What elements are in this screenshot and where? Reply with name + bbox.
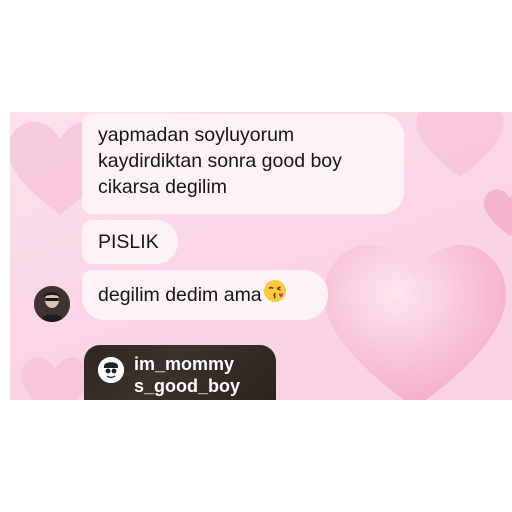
message-text: PISLIK (98, 231, 159, 253)
shared-profile-card[interactable]: im_mommy s_good_boy (84, 345, 276, 400)
face-blowing-kiss-emoji (263, 279, 287, 310)
message-bubble[interactable]: PISLIK (82, 220, 178, 264)
avatar-photo (34, 286, 70, 322)
chat-view: yapmadan soyluyorum kaydirdiktan sonra g… (10, 112, 512, 400)
shared-profile-username: im_mommy s_good_boy (134, 353, 240, 397)
cartoon-face-icon (98, 357, 124, 383)
message-text: cikarsa degilim (98, 176, 227, 198)
heart-decoration-large-icon (323, 245, 507, 400)
username-text: s_good_boy (134, 376, 241, 396)
username-text: im_mommy (134, 354, 235, 374)
message-text: degilim dedim ama (98, 284, 262, 307)
avatar[interactable] (34, 286, 70, 322)
message-bubble[interactable]: degilim dedim ama (82, 270, 328, 320)
message-text: yapmadan soyluyorum (98, 124, 295, 146)
message-text: kaydirdiktan sonra good boy (98, 150, 342, 172)
message-bubble[interactable]: yapmadan soyluyorum kaydirdiktan sonra g… (82, 114, 404, 214)
heart-decoration-top-right-icon (416, 112, 504, 177)
